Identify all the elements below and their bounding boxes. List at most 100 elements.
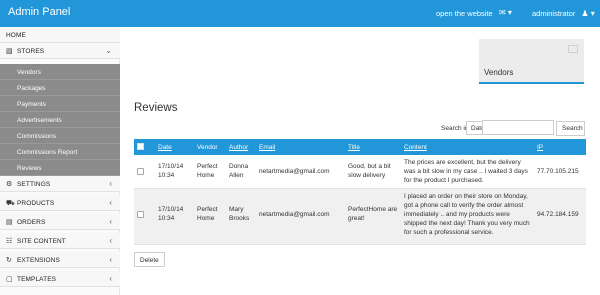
cell-line: 17/10/14 <box>158 206 184 213</box>
refresh-icon: ↻ <box>6 257 12 264</box>
sidebar-item-templates[interactable]: ▢ TEMPLATES ‹ <box>0 271 120 287</box>
cell-line: shipped the next day! Thank you very muc… <box>404 220 530 227</box>
cell-content: The prices are excellent, but the delive… <box>404 158 528 185</box>
cell-line: Good, but a bit <box>348 163 391 170</box>
row-checkbox[interactable] <box>137 168 144 175</box>
cell-vendor: Perfect Home <box>197 162 218 180</box>
subitem-label: Commissions Report <box>17 149 78 156</box>
header-ip[interactable]: IP <box>537 144 543 151</box>
header-content[interactable]: Content <box>404 144 427 151</box>
sidebar-item-label: SITE CONTENT <box>17 238 66 245</box>
search-button[interactable]: Search <box>556 121 585 136</box>
sidebar-item-site-content[interactable]: ☷ SITE CONTENT ‹ <box>0 233 120 249</box>
cell-line: for such a professional service. <box>404 229 494 236</box>
cell-line: was a bit slow in my case .. I waited 3 … <box>404 168 528 175</box>
sidebar-item-home[interactable]: HOME <box>0 27 120 43</box>
sidebar-item-label: HOME <box>6 32 26 39</box>
sidebar-subitem-vendors[interactable]: Vendors <box>0 64 120 80</box>
sidebar-item-label: SETTINGS <box>17 181 51 188</box>
sidebar-subitem-commissions-report[interactable]: Commissions Report <box>0 144 120 160</box>
sidebar-subitem-commissions[interactable]: Commissions <box>0 128 120 144</box>
sidebar-item-extensions[interactable]: ↻ EXTENSIONS ‹ <box>0 252 120 268</box>
cell-line: Home <box>197 172 215 179</box>
select-all-checkbox[interactable] <box>137 143 144 150</box>
sidebar-item-orders[interactable]: ▤ ORDERS ‹ <box>0 214 120 230</box>
cell-line: Perfect <box>197 163 218 170</box>
cell-line: I placed an order on their store on Mond… <box>404 193 528 200</box>
sidebar-item-label: STORES <box>17 48 45 55</box>
sidebar-subitem-reviews[interactable]: Reviews <box>0 160 120 176</box>
table-row: 17/10/14 10:34 Perfect Home Donna Allen net… <box>134 155 586 189</box>
chevron-left-icon: ‹ <box>109 179 112 188</box>
vendors-panel-title: Vendors <box>484 68 514 77</box>
search-in-label: Search in <box>441 125 469 132</box>
subitem-label: Payments <box>17 101 46 108</box>
cell-title: Good, but a bit slow delivery <box>348 162 391 180</box>
sidebar-subitem-advertisements[interactable]: Advertisements <box>0 112 120 128</box>
cell-line: for the product I purchased. <box>404 177 484 184</box>
cell-line: 10:34 <box>158 172 175 179</box>
top-navbar: Admin Panel open the website ✉ ▾ adminis… <box>0 0 600 27</box>
sidebar-item-stores[interactable]: ▧ STORES ⌄ <box>0 43 120 59</box>
envelope-icon[interactable]: ✉ ▾ <box>499 8 512 17</box>
cell-author: Donna Allen <box>229 162 248 180</box>
cell-email: netartmedia@gmail.com <box>259 211 330 218</box>
subitem-label: Advertisements <box>17 117 62 124</box>
cell-line: Brooks <box>229 215 250 222</box>
search-button-label: Search <box>562 125 583 132</box>
header-date[interactable]: Date <box>158 144 172 151</box>
header-author[interactable]: Author <box>229 144 248 151</box>
cell-date: 17/10/14 10:34 <box>158 162 183 180</box>
cell-email: netartmedia@gmail.com <box>259 168 330 175</box>
cart-icon: ⛟ <box>6 200 15 207</box>
header-vendor: Vendor <box>197 144 218 151</box>
subitem-label: Commissions <box>17 133 57 140</box>
table-row: 17/10/14 10:34 Perfect Home Mary Brooks net… <box>134 189 586 245</box>
delete-button[interactable]: Delete <box>134 252 165 267</box>
cell-line: slow delivery <box>348 172 386 179</box>
sidebar-item-label: TEMPLATES <box>17 276 57 283</box>
header-title[interactable]: Title <box>348 144 360 151</box>
panel-underline <box>479 82 584 84</box>
subitem-label: Reviews <box>17 165 42 172</box>
cell-date: 17/10/14 10:34 <box>158 205 183 223</box>
chevron-left-icon: ‹ <box>109 236 112 245</box>
cell-line: PerfectHome are <box>348 206 398 213</box>
cell-line: Mary <box>229 206 244 213</box>
table-header: Date Vendor Author Email Title Content I… <box>134 139 586 155</box>
cell-line: got a phone call to verify the order alm… <box>404 202 524 209</box>
cell-line: Home <box>197 215 215 222</box>
comment-icon <box>568 45 578 53</box>
cell-vendor: Perfect Home <box>197 205 218 223</box>
subitem-label: Packages <box>17 85 46 92</box>
sidebar-item-products[interactable]: ⛟ PRODUCTS ‹ <box>0 195 120 211</box>
delete-button-label: Delete <box>140 257 159 264</box>
header-email[interactable]: Email <box>259 144 275 151</box>
vendors-panel[interactable]: Vendors <box>479 39 584 84</box>
sidebar-subitem-payments[interactable]: Payments <box>0 96 120 112</box>
cell-title: PerfectHome are great! <box>348 205 397 223</box>
sidebar-item-label: ORDERS <box>17 219 46 226</box>
chevron-left-icon: ‹ <box>109 274 112 283</box>
search-input[interactable] <box>482 120 554 135</box>
sidebar-subitem-packages[interactable]: Packages <box>0 80 120 96</box>
cell-line: immediately .. and my products were <box>404 211 510 218</box>
cell-line: great! <box>348 215 365 222</box>
subitem-label: Vendors <box>17 69 41 76</box>
row-checkbox[interactable] <box>137 211 144 218</box>
admin-label: administrator <box>532 9 576 18</box>
sidebar: HOME ▧ STORES ⌄ Vendors Packages Payment… <box>0 27 120 295</box>
page-title: Reviews <box>134 102 178 114</box>
brand-title[interactable]: Admin Panel <box>8 6 70 18</box>
cell-line: Allen <box>229 172 244 179</box>
open-website-link[interactable]: open the website <box>436 9 493 18</box>
sidebar-item-settings[interactable]: ⚙ SETTINGS ‹ <box>0 176 120 192</box>
admin-menu[interactable]: administrator ♟ ▾ <box>532 9 595 18</box>
cell-ip: 94.72.184.159 <box>537 211 579 218</box>
cell-line: Perfect <box>197 206 218 213</box>
sidebar-item-label: EXTENSIONS <box>17 257 60 264</box>
chevron-left-icon: ‹ <box>109 255 112 264</box>
cell-line: Donna <box>229 163 249 170</box>
cell-ip: 77.70.105.215 <box>537 168 579 175</box>
cell-author: Mary Brooks <box>229 205 249 223</box>
